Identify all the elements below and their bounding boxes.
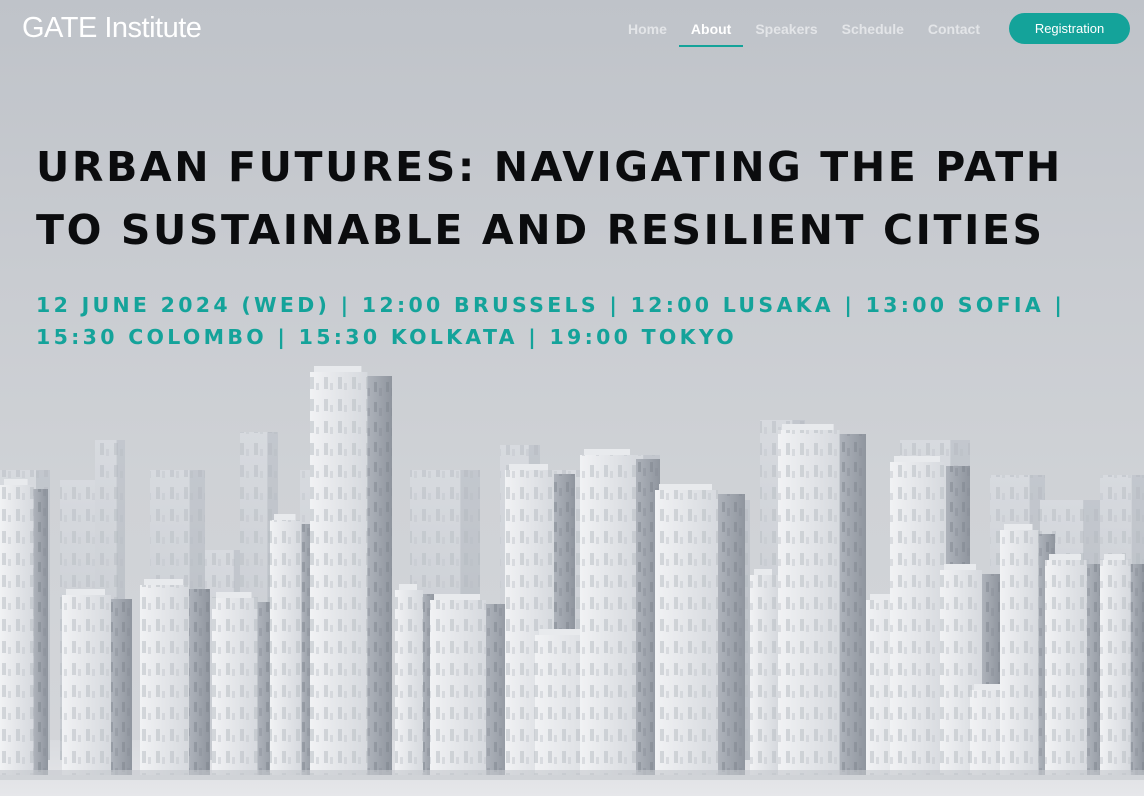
nav-link-home[interactable]: Home	[616, 0, 679, 56]
site-logo[interactable]: GATE Institute	[22, 12, 202, 45]
nav-link-speakers[interactable]: Speakers	[743, 0, 829, 56]
nav-link-schedule[interactable]: Schedule	[830, 0, 916, 56]
nav-link-about[interactable]: About	[678, 0, 744, 56]
city-skyline-image	[0, 366, 1144, 796]
nav-link-contact[interactable]: Contact	[916, 0, 992, 56]
hero-title: URBAN FUTURES: NAVIGATING THE PATH TO SU…	[36, 143, 1063, 254]
nav-links: Home About Speakers Schedule Contact	[616, 0, 992, 56]
hero-section: GATE Institute Home About Speakers Sched…	[0, 0, 1144, 796]
event-date-times: 12 JUNE 2024 (WED) | 12:00 BRUSSELS | 12…	[36, 293, 1066, 349]
registration-button[interactable]: Registration	[1009, 13, 1130, 44]
top-navbar: GATE Institute Home About Speakers Sched…	[0, 0, 1144, 60]
